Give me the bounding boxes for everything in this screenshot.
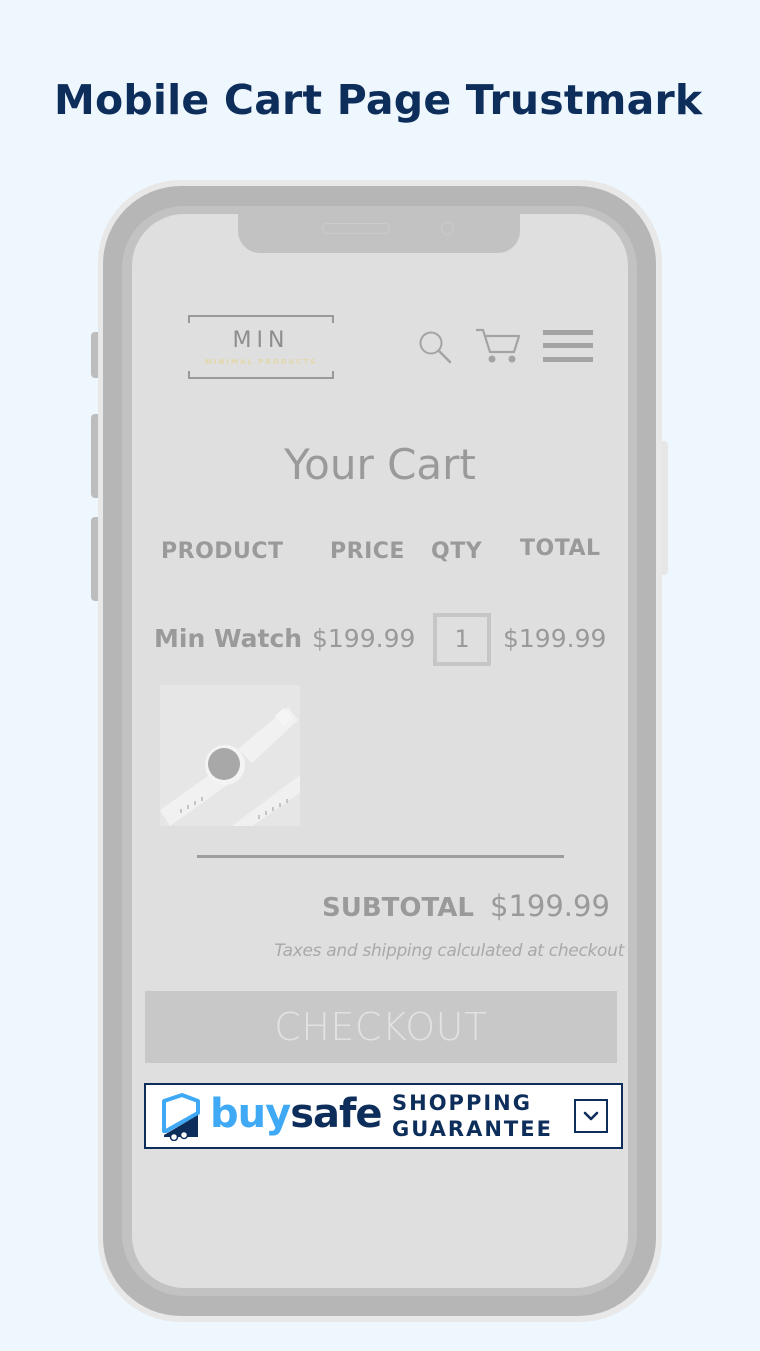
guarantee-line-1: SHOPPING <box>392 1091 532 1115</box>
cart-divider <box>197 855 564 858</box>
phone-camera <box>441 222 454 235</box>
buysafe-shield-icon <box>162 1093 200 1141</box>
cart-icon[interactable] <box>474 328 522 364</box>
quantity-input[interactable]: 1 <box>433 613 491 666</box>
item-price: $199.99 <box>312 624 416 653</box>
product-image[interactable] <box>160 685 300 826</box>
search-icon[interactable] <box>418 330 452 364</box>
column-header-total: TOTAL <box>520 536 601 561</box>
subtotal-value: $199.99 <box>490 889 610 923</box>
chevron-down-icon[interactable] <box>574 1099 608 1133</box>
buysafe-logo-safe: safe <box>290 1091 382 1137</box>
item-product-name[interactable]: Min Watch <box>154 624 302 653</box>
buysafe-logo-buy: buy <box>210 1091 291 1137</box>
item-total: $199.99 <box>503 624 607 653</box>
tax-shipping-note: Taxes and shipping calculated at checkou… <box>274 941 624 961</box>
phone-speaker <box>322 223 390 234</box>
logo-frame-top <box>188 315 334 323</box>
store-logo[interactable]: MIN MINIMAL PRODUCTS <box>188 315 334 379</box>
menu-icon[interactable] <box>543 328 593 364</box>
checkout-button[interactable]: CHECKOUT <box>145 991 617 1063</box>
logo-name: MIN <box>232 328 290 353</box>
guarantee-line-2: GUARANTEE <box>392 1117 553 1141</box>
subtotal-label: SUBTOTAL <box>322 893 474 923</box>
column-header-price: PRICE <box>330 539 405 564</box>
logo-frame-bottom <box>188 371 334 379</box>
column-header-product: PRODUCT <box>161 539 284 564</box>
cart-title: Your Cart <box>284 440 476 489</box>
page-headline: Mobile Cart Page Trustmark <box>54 76 703 124</box>
buysafe-logo-text: buysafe <box>210 1091 383 1137</box>
column-header-qty: QTY <box>431 539 483 564</box>
buysafe-trustmark[interactable]: buysafe SHOPPING GUARANTEE <box>144 1083 623 1149</box>
logo-tagline: MINIMAL PRODUCTS <box>204 358 318 366</box>
